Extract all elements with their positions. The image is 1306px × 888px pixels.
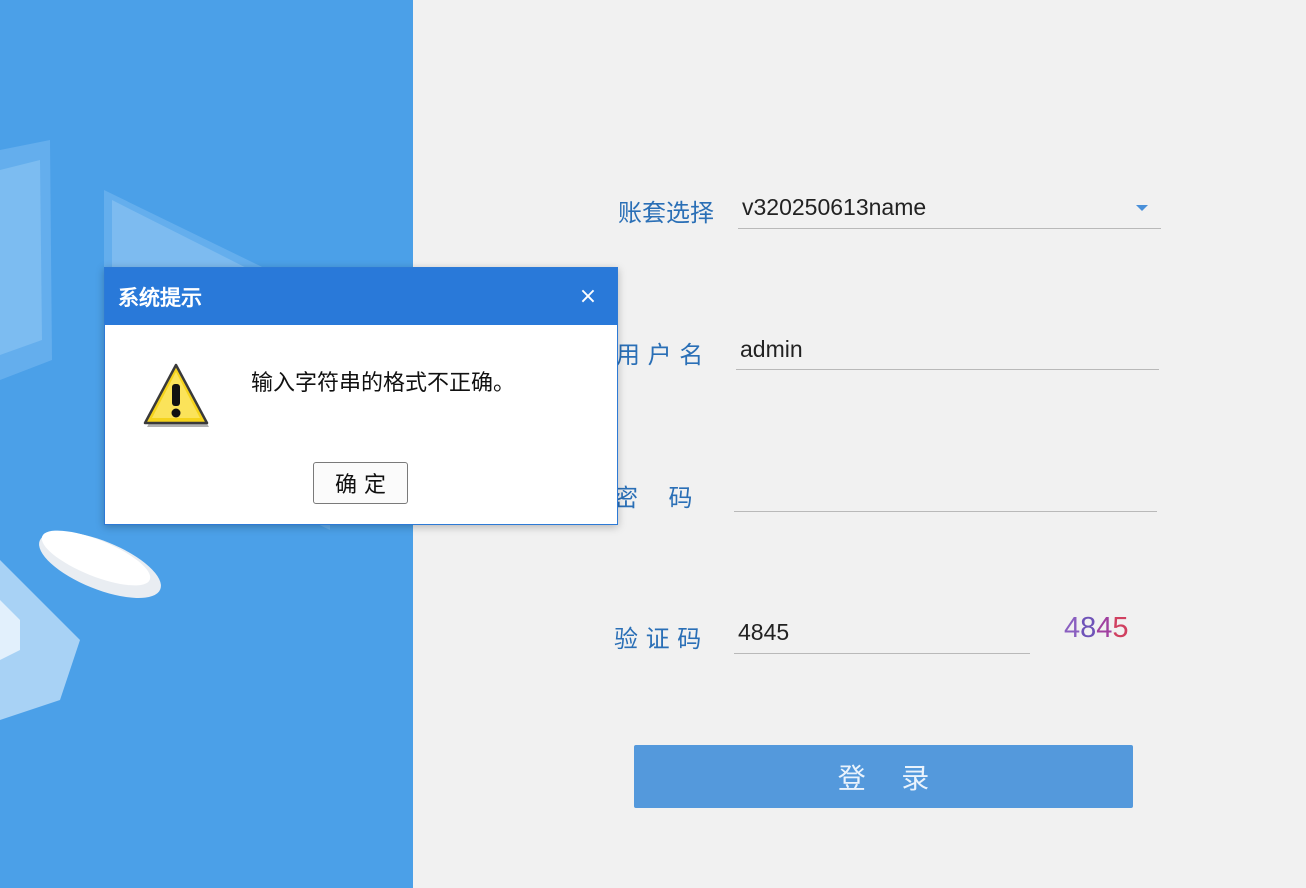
username-input[interactable] <box>736 332 1164 366</box>
account-select[interactable] <box>738 190 1136 224</box>
account-label: 账套选择 <box>618 199 714 227</box>
captcha-image[interactable]: 4845 <box>1064 612 1158 658</box>
password-input[interactable] <box>734 475 1162 509</box>
close-icon[interactable]: × <box>575 284 601 310</box>
captcha-char: 4 <box>1096 612 1113 644</box>
system-alert-dialog: 系统提示 × 输入字符串的格式不正确。 确 定 <box>104 267 618 525</box>
warning-icon <box>143 363 209 427</box>
dialog-title: 系统提示 <box>118 286 202 310</box>
account-underline <box>738 228 1161 229</box>
captcha-char: 5 <box>1112 612 1129 644</box>
captcha-input[interactable] <box>734 615 1032 649</box>
dialog-title-bar[interactable]: 系统提示 × <box>105 268 617 325</box>
dialog-message: 输入字符串的格式不正确。 <box>251 371 516 396</box>
login-button[interactable]: 登 录 <box>634 745 1133 808</box>
captcha-char: 4 <box>1064 612 1081 644</box>
captcha-char: 8 <box>1080 612 1097 644</box>
username-underline <box>736 369 1159 370</box>
ok-button[interactable]: 确 定 <box>313 462 408 504</box>
captcha-underline <box>734 653 1030 654</box>
password-label: 密 码 <box>614 484 693 512</box>
captcha-label: 验 证 码 <box>614 625 702 653</box>
chevron-down-icon[interactable] <box>1136 205 1148 211</box>
username-label: 用 户 名 <box>616 341 704 369</box>
password-underline <box>734 511 1157 512</box>
